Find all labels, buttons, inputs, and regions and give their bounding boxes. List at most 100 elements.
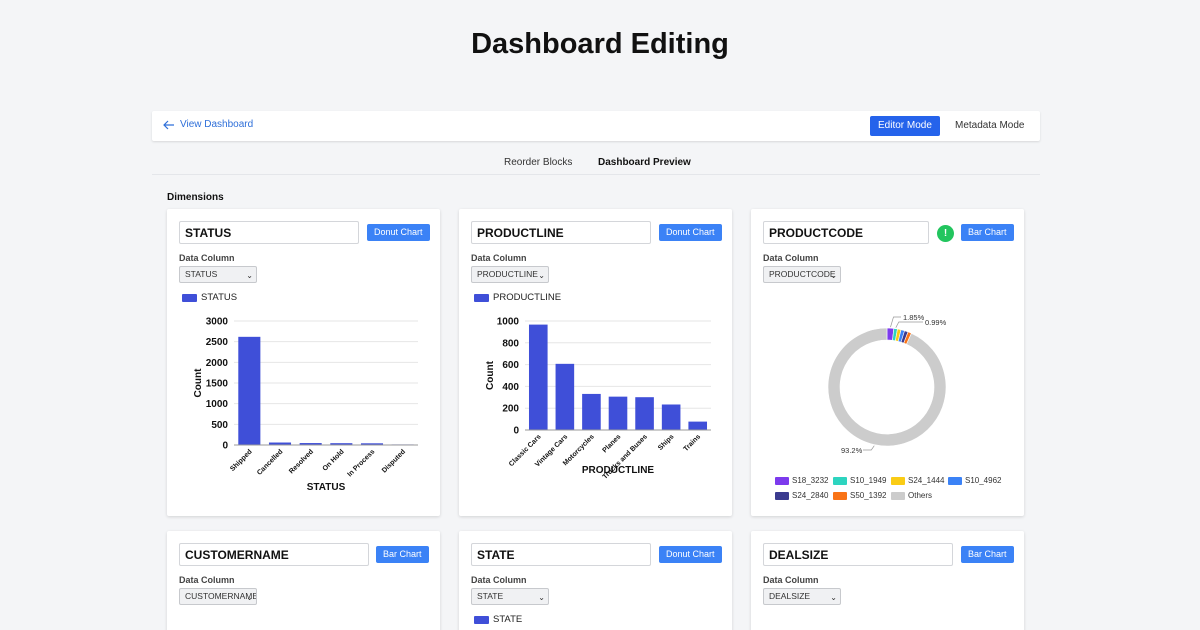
dimension-card-state: Donut Chart Data Column STATE ⌄ STATE <box>459 531 732 630</box>
legend-swatch <box>474 615 489 624</box>
section-heading-dimensions: Dimensions <box>167 192 224 203</box>
x-axis-title: PRODUCTLINE <box>582 465 655 476</box>
editor-mode-button[interactable]: Editor Mode <box>870 116 940 136</box>
chart-legend[interactable]: STATE <box>474 614 522 625</box>
y-tick-label: 1000 <box>206 399 229 410</box>
donut-slice <box>827 327 947 447</box>
dimension-card-status: Donut Chart Data Column STATUS ⌄ STATUS … <box>167 209 440 516</box>
chevron-down-icon: ⌄ <box>538 593 545 602</box>
data-column-select[interactable]: DEALSIZE ⌄ <box>763 588 841 605</box>
y-tick-label: 1500 <box>206 379 229 390</box>
bar <box>582 393 601 430</box>
page-title: Dashboard Editing <box>471 28 729 60</box>
bar <box>688 421 708 430</box>
x-tick-label: Planes <box>601 433 622 454</box>
productcode-donut-chart: 1.85%0.99% 93.2% <box>827 313 947 455</box>
y-axis-title: Count <box>485 360 496 390</box>
chart-type-button[interactable]: Donut Chart <box>659 546 722 563</box>
donut-annotation-line <box>863 445 875 451</box>
x-tick-label: Disputed <box>381 448 407 474</box>
x-tick-label: Ships <box>657 433 676 452</box>
dimension-name-input[interactable] <box>471 543 651 566</box>
status-bar-chart: 0 500 1000 1500 2000 2500 3000 Shipped Cancelled… <box>193 317 418 493</box>
legend-label: S10_4962 <box>965 476 1002 485</box>
y-tick-label: 2500 <box>206 337 229 348</box>
y-tick-label: 200 <box>502 404 519 415</box>
legend-swatch <box>833 491 847 500</box>
legend-label: S24_2840 <box>792 491 829 500</box>
x-tick-label: Shipped <box>229 448 253 472</box>
legend-swatch <box>775 476 789 485</box>
x-tick-label: Cancelled <box>256 448 284 476</box>
donut-annotation: 0.99% <box>925 318 947 327</box>
dimension-card-productcode: ! Bar Chart Data Column PRODUCTCODE ⌄ 1.… <box>751 209 1024 516</box>
x-axis-title: STATUS <box>307 482 346 493</box>
metadata-mode-button[interactable]: Metadata Mode <box>947 116 1033 136</box>
bar <box>635 397 654 430</box>
data-column-select[interactable]: CUSTOMERNAME ⌄ <box>179 588 257 605</box>
legend-item[interactable]: S10_4962 <box>948 476 1001 485</box>
bar <box>608 396 628 430</box>
legend-item[interactable]: S18_3232 <box>775 476 828 485</box>
y-tick-label: 400 <box>502 382 519 393</box>
chart-type-button[interactable]: Bar Chart <box>376 546 429 563</box>
data-column-value: STATE <box>477 591 504 601</box>
chevron-down-icon: ⌄ <box>246 593 253 602</box>
y-tick-label: 0 <box>222 441 228 452</box>
data-column-label: Data Column <box>179 575 235 585</box>
dimension-card-customername: Bar Chart Data Column CUSTOMERNAME ⌄ <box>167 531 440 630</box>
donut-annotation-line <box>895 321 923 328</box>
x-tick-label: On Hold <box>322 448 346 472</box>
y-tick-label: 500 <box>211 420 228 431</box>
legend-label: S10_1949 <box>850 476 887 485</box>
x-tick-label: Resolved <box>288 448 315 475</box>
tab-reorder-blocks[interactable]: Reorder Blocks <box>504 157 572 168</box>
top-toolbar: View Dashboard Editor Mode Metadata Mode <box>152 111 1040 141</box>
y-axis-title: Count <box>193 368 204 398</box>
legend-label: S18_3232 <box>792 476 829 485</box>
dimension-name-input[interactable] <box>179 543 369 566</box>
data-column-label: Data Column <box>471 575 527 585</box>
bar <box>555 363 575 430</box>
dimension-card-dealsize: Bar Chart Data Column DEALSIZE ⌄ <box>751 531 1024 630</box>
arrow-left-icon <box>163 120 174 129</box>
bar <box>528 324 548 430</box>
legend-swatch <box>891 491 905 500</box>
legend-item[interactable]: S50_1392 <box>833 491 886 500</box>
y-tick-label: 600 <box>502 360 519 371</box>
view-dashboard-link[interactable]: View Dashboard <box>163 119 253 130</box>
data-column-value: DEALSIZE <box>769 591 811 601</box>
donut-annotation: 1.85% <box>903 313 925 322</box>
legend-swatch <box>775 491 789 500</box>
legend-swatch <box>833 476 847 485</box>
legend-item[interactable]: S24_2840 <box>775 491 828 500</box>
legend-label: S24_1444 <box>908 476 945 485</box>
y-tick-label: 3000 <box>206 317 229 328</box>
y-tick-label: 0 <box>513 426 519 437</box>
y-tick-label: 1000 <box>497 317 520 328</box>
dimension-name-input[interactable] <box>763 543 953 566</box>
legend-label: STATE <box>493 614 523 625</box>
legend-swatch <box>948 476 962 485</box>
x-tick-label: In Process <box>346 448 376 478</box>
bar <box>661 404 681 430</box>
y-tick-label: 2000 <box>206 358 229 369</box>
legend-swatch <box>891 476 905 485</box>
productline-bar-chart: 02004006008001000Classic CarsVintage Car… <box>485 317 711 481</box>
y-tick-label: 800 <box>502 338 519 349</box>
data-column-label: Data Column <box>763 575 819 585</box>
tab-dashboard-preview[interactable]: Dashboard Preview <box>598 157 691 168</box>
dimension-card-productline: Donut Chart Data Column PRODUCTLINE ⌄ PR… <box>459 209 732 516</box>
view-tabs: Reorder Blocks Dashboard Preview <box>152 157 1040 175</box>
legend-label: Others <box>908 491 933 500</box>
data-column-select[interactable]: STATE ⌄ <box>471 588 549 605</box>
legend-item[interactable]: Others <box>891 491 932 500</box>
legend-item[interactable]: S24_1444 <box>891 476 944 485</box>
bar <box>238 336 261 445</box>
legend-label: S50_1392 <box>850 491 887 500</box>
view-dashboard-label: View Dashboard <box>180 119 254 130</box>
chart-type-button[interactable]: Bar Chart <box>961 546 1014 563</box>
legend-item[interactable]: S10_1949 <box>833 476 886 485</box>
chevron-down-icon: ⌄ <box>830 593 837 602</box>
x-tick-label: Trains <box>683 433 703 453</box>
